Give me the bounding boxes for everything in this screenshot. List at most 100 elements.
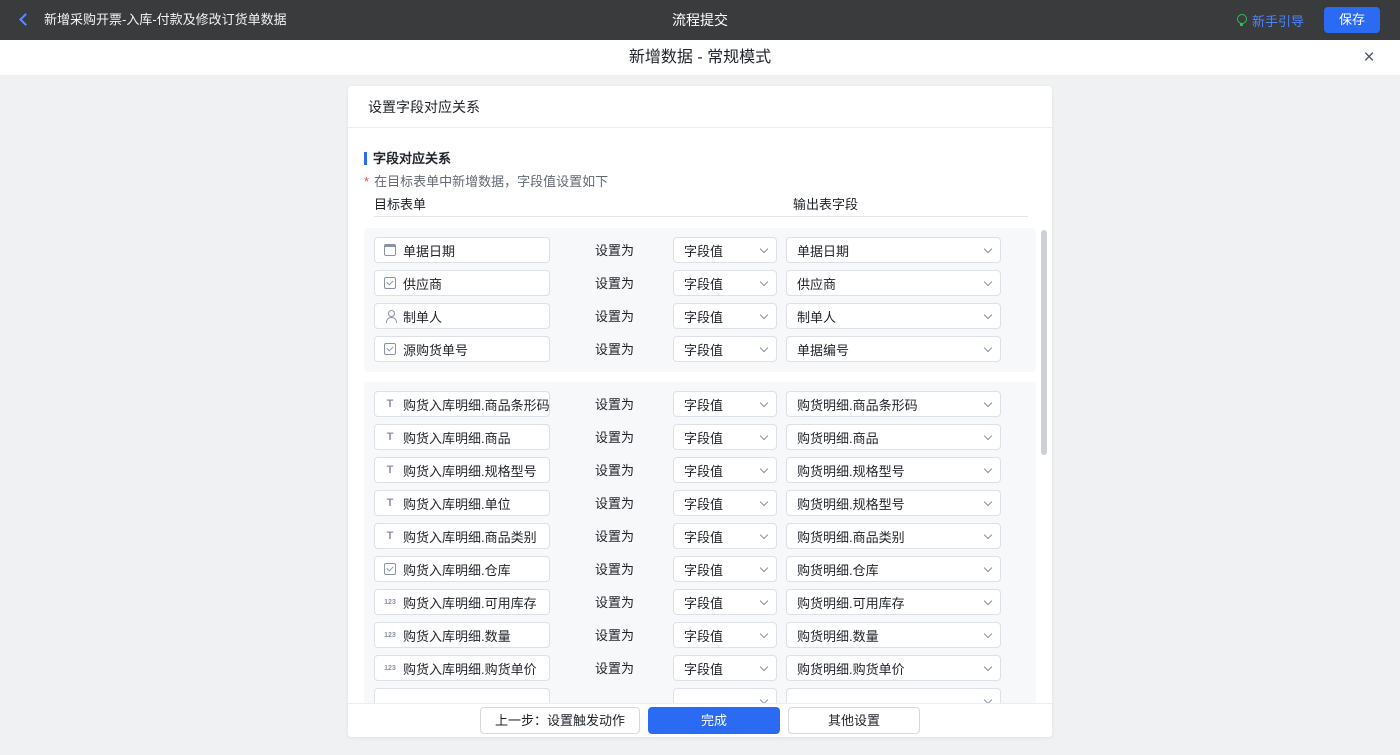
mapping-group-detail: T 购货入库明细.商品条形码 设置为 字段值 购货明细.商品条形码 T 购货入库… (364, 382, 1036, 703)
output-field-dropdown[interactable]: 供应商 (786, 270, 1001, 296)
mapping-row: 单据日期 设置为 字段值 单据日期 (364, 234, 1036, 267)
card-footer: 上一步：设置触发动作 完成 其他设置 (348, 703, 1052, 737)
value-type-selected: 字段值 (684, 659, 723, 678)
user-icon (383, 309, 397, 323)
scrollbar-thumb[interactable] (1041, 230, 1047, 455)
card-content: 字段对应关系 *在目标表单中新增数据，字段值设置如下 目标表单 输出表字段 单据… (348, 128, 1052, 703)
output-field-dropdown[interactable]: 购货明细.商品类别 (786, 523, 1001, 549)
target-field-chip: 123 购货入库明细.可用库存 (374, 589, 550, 615)
done-button[interactable]: 完成 (648, 707, 780, 734)
output-field-dropdown[interactable]: 购货明细.可用库存 (786, 589, 1001, 615)
prev-step-button[interactable]: 上一步：设置触发动作 (480, 707, 640, 734)
target-field-label: 购货入库明细.仓库 (403, 560, 511, 579)
dialog-header: 新增数据 - 常规模式 × (0, 40, 1400, 76)
output-field-dropdown[interactable]: 制单人 (786, 303, 1001, 329)
text-icon: T (383, 463, 397, 477)
value-type-selected: 字段值 (684, 461, 723, 480)
target-field-chip: T 购货入库明细.单位 (374, 490, 550, 516)
output-field-dropdown[interactable]: 购货明细.规格型号 (786, 490, 1001, 516)
output-field-selected: 购货明细.规格型号 (797, 461, 905, 480)
column-header-output-fields: 输出表字段 (793, 194, 858, 213)
set-as-label: 设置为 (595, 388, 634, 421)
value-type-selected: 字段值 (684, 307, 723, 326)
beginner-guide-label: 新手引导 (1252, 11, 1304, 30)
value-type-selected: 字段值 (684, 274, 723, 293)
value-type-dropdown[interactable]: 字段值 (673, 303, 777, 329)
value-type-dropdown[interactable]: 字段值 (673, 589, 777, 615)
output-field-dropdown[interactable]: 购货明细.购货单价 (786, 655, 1001, 681)
mapping-row: 123 购货入库明细.购货单价 设置为 字段值 购货明细.购货单价 (364, 652, 1036, 685)
target-field-chip: 123 购货入库明细.数量 (374, 622, 550, 648)
chevron-down-icon (984, 344, 992, 352)
target-field-chip: T 购货入库明细.商品 (374, 424, 550, 450)
output-field-dropdown[interactable] (786, 688, 1001, 703)
chevron-down-icon (760, 245, 768, 253)
value-type-dropdown[interactable]: 字段值 (673, 556, 777, 582)
top-bar: 新增采购开票-入库-付款及修改订货单数据 流程提交 新手引导 保存 (0, 0, 1400, 40)
text-icon: T (383, 430, 397, 444)
output-field-selected: 购货明细.购货单价 (797, 659, 905, 678)
output-field-dropdown[interactable]: 购货明细.商品 (786, 424, 1001, 450)
mapping-row: 123 购货入库明细.可用库存 设置为 字段值 购货明细.可用库存 (364, 586, 1036, 619)
dialog-title: 新增数据 - 常规模式 (629, 40, 771, 76)
output-field-selected: 单据日期 (797, 241, 849, 260)
output-field-dropdown[interactable]: 单据日期 (786, 237, 1001, 263)
target-field-label: 供应商 (403, 274, 442, 293)
target-field-label: 购货入库明细.规格型号 (403, 461, 537, 480)
select-icon (383, 342, 397, 356)
close-icon[interactable]: × (1358, 47, 1380, 69)
text-icon: T (383, 529, 397, 543)
mapping-row: T 购货入库明细.单位 设置为 字段值 购货明细.规格型号 (364, 487, 1036, 520)
set-as-label: 设置为 (595, 652, 634, 685)
target-field-chip: T 购货入库明细.规格型号 (374, 457, 550, 483)
select-icon (383, 276, 397, 290)
value-type-dropdown[interactable] (673, 688, 777, 703)
date-icon (383, 243, 397, 257)
target-field-chip (374, 688, 550, 703)
save-button[interactable]: 保存 (1324, 7, 1380, 33)
value-type-dropdown[interactable]: 字段值 (673, 457, 777, 483)
value-type-dropdown[interactable]: 字段值 (673, 270, 777, 296)
chevron-left-icon (19, 13, 32, 26)
back-button[interactable] (16, 12, 34, 28)
value-type-selected: 字段值 (684, 527, 723, 546)
mapping-row: T 购货入库明细.规格型号 设置为 字段值 购货明细.规格型号 (364, 454, 1036, 487)
value-type-selected: 字段值 (684, 560, 723, 579)
chevron-down-icon (984, 245, 992, 253)
mapping-row: T 购货入库明细.商品条形码 设置为 字段值 购货明细.商品条形码 (364, 388, 1036, 421)
text-icon: T (383, 496, 397, 510)
none-icon (383, 694, 397, 703)
value-type-dropdown[interactable]: 字段值 (673, 622, 777, 648)
value-type-dropdown[interactable]: 字段值 (673, 424, 777, 450)
target-field-label: 购货入库明细.数量 (403, 626, 511, 645)
value-type-dropdown[interactable]: 字段值 (673, 237, 777, 263)
output-field-dropdown[interactable]: 购货明细.规格型号 (786, 457, 1001, 483)
output-field-dropdown[interactable]: 购货明细.仓库 (786, 556, 1001, 582)
chevron-down-icon (760, 696, 768, 703)
chevron-down-icon (760, 597, 768, 605)
mapping-row: 123 购货入库明细.数量 设置为 字段值 购货明细.数量 (364, 619, 1036, 652)
target-field-chip: 供应商 (374, 270, 550, 296)
section-accent-bar (364, 152, 367, 165)
target-field-chip: T 购货入库明细.商品条形码 (374, 391, 550, 417)
value-type-selected: 字段值 (684, 494, 723, 513)
other-settings-button[interactable]: 其他设置 (788, 707, 920, 734)
output-field-dropdown[interactable]: 单据编号 (786, 336, 1001, 362)
value-type-dropdown[interactable]: 字段值 (673, 490, 777, 516)
output-field-dropdown[interactable]: 购货明细.数量 (786, 622, 1001, 648)
mapping-row: 制单人 设置为 字段值 制单人 (364, 300, 1036, 333)
mapping-row: 源购货单号 设置为 字段值 单据编号 (364, 333, 1036, 366)
target-field-label: 购货入库明细.商品 (403, 428, 511, 447)
target-field-label: 源购货单号 (403, 340, 468, 359)
output-field-selected: 购货明细.规格型号 (797, 494, 905, 513)
beginner-guide-button[interactable]: 新手引导 (1236, 0, 1304, 40)
value-type-dropdown[interactable]: 字段值 (673, 336, 777, 362)
output-field-dropdown[interactable]: 购货明细.商品条形码 (786, 391, 1001, 417)
value-type-dropdown[interactable]: 字段值 (673, 391, 777, 417)
chevron-down-icon (760, 663, 768, 671)
value-type-dropdown[interactable]: 字段值 (673, 655, 777, 681)
chevron-down-icon (984, 498, 992, 506)
chevron-down-icon (984, 564, 992, 572)
chevron-down-icon (760, 630, 768, 638)
value-type-dropdown[interactable]: 字段值 (673, 523, 777, 549)
